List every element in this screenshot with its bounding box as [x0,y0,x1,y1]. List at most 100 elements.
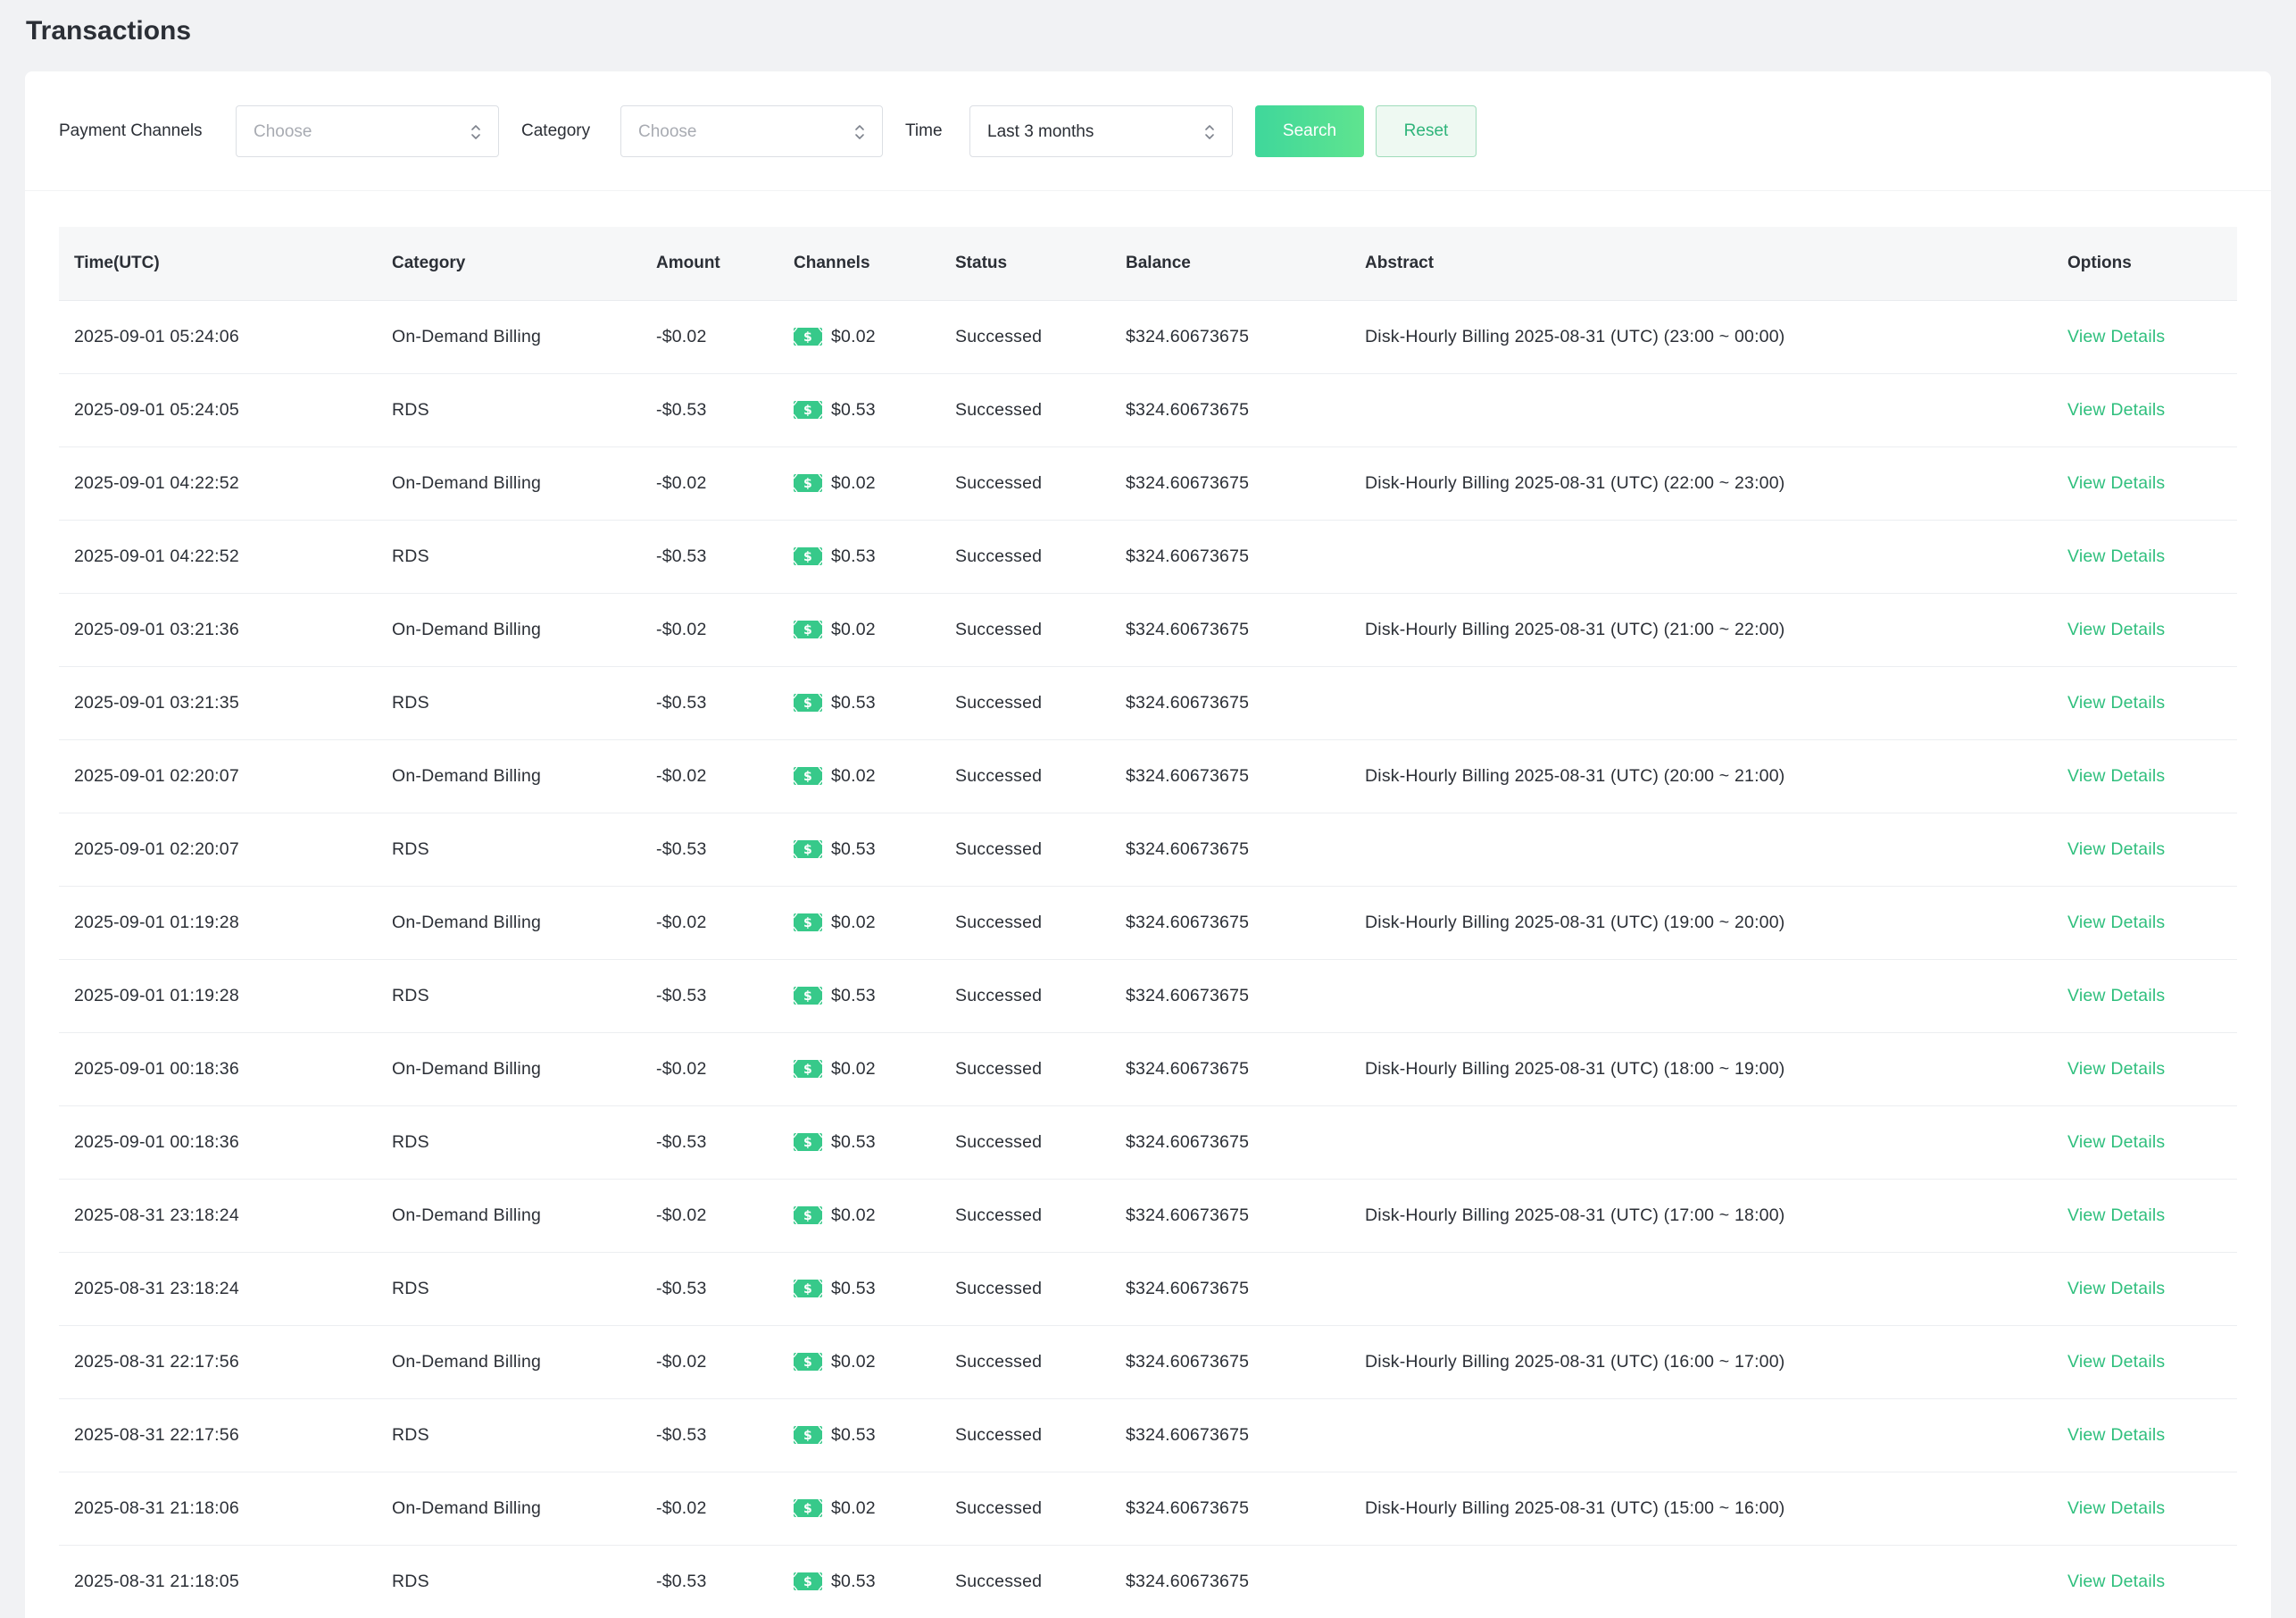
cell-channels: $ $0.53 [778,1545,940,1618]
cell-category: On-Demand Billing [377,886,641,960]
dollar-bill-icon: $ [794,1499,822,1517]
cell-status: Successed [940,1325,1111,1399]
column-header-balance[interactable]: Balance [1111,227,1350,301]
view-details-link[interactable]: View Details [2067,327,2165,346]
table-row: 2025-09-01 05:24:06 On-Demand Billing -$… [59,300,2237,374]
dollar-bill-icon: $ [794,694,822,712]
cell-status: Successed [940,593,1111,667]
column-header-category[interactable]: Category [377,227,641,301]
svg-text:$: $ [803,550,812,564]
dollar-bill-icon: $ [794,1206,822,1224]
column-header-options[interactable]: Options [2052,227,2237,301]
cell-status: Successed [940,1472,1111,1546]
cell-time: 2025-09-01 05:24:06 [59,300,377,374]
cell-options: View Details [2052,813,2237,887]
cell-status: Successed [940,520,1111,594]
view-details-link[interactable]: View Details [2067,620,2165,639]
cell-amount: -$0.53 [641,1105,778,1180]
cell-status: Successed [940,1398,1111,1472]
cell-balance: $324.60673675 [1111,593,1350,667]
column-header-amount[interactable]: Amount [641,227,778,301]
search-button[interactable]: Search [1255,105,1364,157]
cell-channel-amount: $0.53 [831,1278,876,1298]
cell-channel-amount: $0.02 [831,1351,876,1372]
reset-button[interactable]: Reset [1376,105,1477,157]
view-details-link[interactable]: View Details [2067,473,2165,493]
cell-balance: $324.60673675 [1111,520,1350,594]
cell-channels: $ $0.02 [778,1472,940,1546]
cell-balance: $324.60673675 [1111,666,1350,740]
transactions-card: Payment Channels Choose Category Choose … [25,71,2271,1618]
view-details-link[interactable]: View Details [2067,1498,2165,1518]
svg-text:$: $ [803,623,812,638]
view-details-link[interactable]: View Details [2067,1425,2165,1445]
cell-amount: -$0.02 [641,300,778,374]
dollar-bill-icon: $ [794,1133,822,1151]
view-details-link[interactable]: View Details [2067,1059,2165,1079]
cell-options: View Details [2052,373,2237,447]
svg-text:$: $ [803,1429,812,1443]
cell-abstract: Disk-Hourly Billing 2025-08-31 (UTC) (16… [1350,1325,2052,1399]
category-select[interactable]: Choose [620,105,883,157]
view-details-link[interactable]: View Details [2067,693,2165,713]
cell-status: Successed [940,1105,1111,1180]
view-details-link[interactable]: View Details [2067,1132,2165,1152]
cell-channel-amount: $0.53 [831,1131,876,1152]
table-row: 2025-09-01 03:21:35 RDS -$0.53 $ $0.53 S… [59,666,2237,740]
cell-options: View Details [2052,446,2237,521]
svg-text:$: $ [803,989,812,1004]
cell-channels: $ $0.53 [778,666,940,740]
cell-options: View Details [2052,1398,2237,1472]
column-header-status[interactable]: Status [940,227,1111,301]
cell-time: 2025-09-01 00:18:36 [59,1032,377,1106]
cell-channels: $ $0.02 [778,1032,940,1106]
view-details-link[interactable]: View Details [2067,986,2165,1005]
svg-text:$: $ [803,1355,812,1370]
filter-bar: Payment Channels Choose Category Choose … [25,71,2271,191]
column-header-channels[interactable]: Channels [778,227,940,301]
view-details-link[interactable]: View Details [2067,839,2165,859]
cell-options: View Details [2052,886,2237,960]
dollar-bill-icon: $ [794,474,822,492]
column-header-time[interactable]: Time(UTC) [59,227,377,301]
svg-text:$: $ [803,1209,812,1223]
cell-amount: -$0.02 [641,739,778,813]
cell-category: On-Demand Billing [377,593,641,667]
cell-category: RDS [377,1398,641,1472]
cell-status: Successed [940,886,1111,960]
cell-category: RDS [377,959,641,1033]
view-details-link[interactable]: View Details [2067,913,2165,932]
chevron-up-down-icon [471,125,480,139]
cell-category: RDS [377,1105,641,1180]
column-header-abstract[interactable]: Abstract [1350,227,2052,301]
payment-channels-select[interactable]: Choose [236,105,499,157]
cell-status: Successed [940,739,1111,813]
table-header-row: Time(UTC) Category Amount Channels Statu… [59,227,2237,301]
time-select[interactable]: Last 3 months [969,105,1233,157]
cell-abstract: Disk-Hourly Billing 2025-08-31 (UTC) (15… [1350,1472,2052,1546]
view-details-link[interactable]: View Details [2067,766,2165,786]
cell-options: View Details [2052,1032,2237,1106]
table-row: 2025-08-31 23:18:24 RDS -$0.53 $ $0.53 S… [59,1252,2237,1326]
cell-abstract [1350,1398,2052,1472]
cell-amount: -$0.53 [641,959,778,1033]
view-details-link[interactable]: View Details [2067,1279,2165,1298]
view-details-link[interactable]: View Details [2067,1205,2165,1225]
cell-amount: -$0.53 [641,1545,778,1618]
dollar-bill-icon: $ [794,328,822,346]
cell-time: 2025-09-01 01:19:28 [59,886,377,960]
chevron-up-down-icon [1205,125,1214,139]
view-details-link[interactable]: View Details [2067,546,2165,566]
view-details-link[interactable]: View Details [2067,400,2165,420]
svg-text:$: $ [803,770,812,784]
svg-text:$: $ [803,330,812,345]
view-details-link[interactable]: View Details [2067,1572,2165,1591]
table-row: 2025-09-01 04:22:52 On-Demand Billing -$… [59,446,2237,521]
cell-abstract: Disk-Hourly Billing 2025-08-31 (UTC) (22… [1350,446,2052,521]
dollar-bill-icon: $ [794,401,822,419]
cell-amount: -$0.53 [641,666,778,740]
cell-amount: -$0.02 [641,1325,778,1399]
cell-time: 2025-09-01 05:24:05 [59,373,377,447]
cell-time: 2025-09-01 01:19:28 [59,959,377,1033]
view-details-link[interactable]: View Details [2067,1352,2165,1372]
